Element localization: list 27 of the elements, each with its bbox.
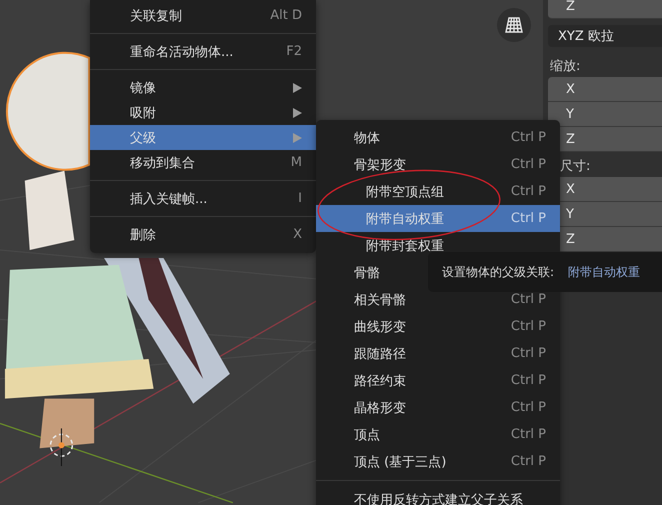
menu-item[interactable]: 顶点 (基于三点) Ctrl P: [316, 448, 560, 475]
grid-view-button[interactable]: [497, 8, 531, 42]
dimensions-label: 尺寸:: [559, 158, 592, 176]
3d-cursor-icon: [50, 428, 74, 467]
menu-item[interactable]: 删除 X: [90, 222, 316, 247]
rotation-mode-dropdown[interactable]: XYZ 欧拉: [548, 25, 662, 47]
menu-item[interactable]: 附带自动权重 Ctrl P: [316, 205, 560, 232]
menu-item[interactable]: 路径约束 Ctrl P: [316, 367, 560, 394]
scale-label: 缩放:: [549, 58, 582, 76]
scale-field[interactable]: Y: [548, 102, 662, 127]
menu-item[interactable]: 插入关键帧... I: [90, 186, 316, 211]
scale-field[interactable]: X: [548, 77, 662, 102]
menu-item[interactable]: 关联复制 Alt D: [90, 3, 316, 28]
menu-item[interactable]: 父级: [90, 125, 316, 150]
tooltip-text: 设置物体的父级关联:: [442, 264, 554, 280]
menu-item[interactable]: 重命名活动物体... F2: [90, 39, 316, 64]
menu-item[interactable]: 骨架形变 Ctrl P: [316, 151, 560, 178]
grid-icon: [505, 17, 523, 33]
menu-item[interactable]: 吸附: [90, 100, 316, 125]
menu-item[interactable]: 移动到集合 M: [90, 150, 316, 175]
rotation-field[interactable]: Z: [548, 0, 662, 19]
tooltip-value: 附带自动权重: [568, 264, 640, 280]
menu-item[interactable]: 顶点 Ctrl P: [316, 421, 560, 448]
menu-item[interactable]: 曲线形变 Ctrl P: [316, 313, 560, 340]
menu-item[interactable]: 镜像: [90, 75, 316, 100]
menu-item[interactable]: 晶格形变 Ctrl P: [316, 394, 560, 421]
menu-item[interactable]: 跟随路径 Ctrl P: [316, 340, 560, 367]
